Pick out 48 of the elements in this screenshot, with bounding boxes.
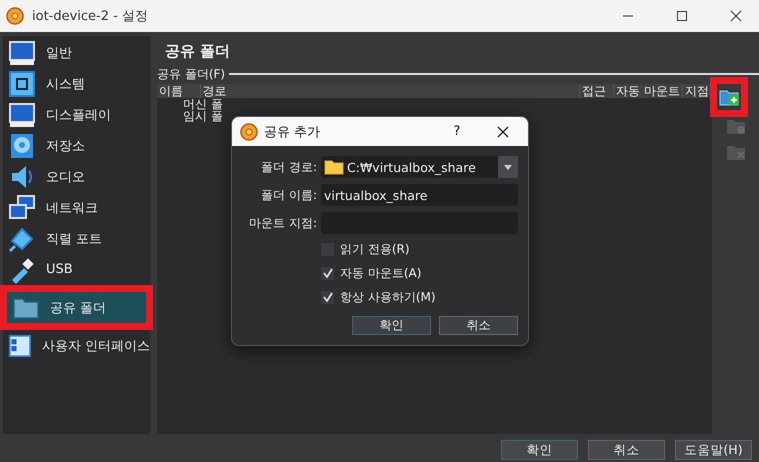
column-header[interactable]: 지점 bbox=[683, 84, 712, 98]
sidebar-item[interactable]: 시스템 bbox=[3, 68, 150, 99]
help-button[interactable]: ? bbox=[442, 124, 472, 139]
checkbox[interactable] bbox=[321, 266, 334, 280]
input-field[interactable]: virtualbox_share bbox=[321, 184, 518, 206]
sidebar-item[interactable]: 공유 폴더 bbox=[7, 292, 146, 323]
page-heading: 공유 폴더 bbox=[164, 40, 232, 62]
ok-button[interactable]: 확인 bbox=[501, 440, 578, 460]
field-label: 마운트 지점: bbox=[248, 214, 317, 232]
column-header[interactable]: 자동 마운트 bbox=[614, 84, 683, 98]
check-icon bbox=[322, 292, 332, 302]
close-icon[interactable] bbox=[497, 126, 509, 138]
cancel-button[interactable]: 취소 bbox=[588, 440, 665, 460]
group-label: 공유 폴더(F) bbox=[157, 66, 226, 82]
tree-item[interactable]: 임시 폴 bbox=[183, 109, 223, 123]
field-label: 폴더 경로: bbox=[260, 158, 317, 176]
sidebar-item[interactable]: 저장소 bbox=[3, 130, 150, 161]
maximize-icon[interactable] bbox=[676, 10, 688, 22]
chip-icon bbox=[8, 70, 36, 98]
monitor-icon bbox=[8, 100, 36, 128]
network-icon bbox=[8, 194, 36, 222]
column-header[interactable]: 접근 bbox=[580, 84, 614, 98]
monitor-icon bbox=[8, 38, 36, 66]
sidebar-item[interactable]: USB bbox=[3, 254, 150, 285]
window-title: iot-device-2 - 설정 bbox=[32, 8, 149, 25]
sidebar-item[interactable]: 디스플레이 bbox=[3, 99, 150, 130]
column-header[interactable]: 경로 bbox=[200, 84, 580, 98]
check-icon bbox=[322, 268, 332, 278]
checkbox[interactable] bbox=[321, 290, 334, 304]
checkbox-label: 항상 사용하기(M) bbox=[340, 288, 436, 306]
help-button[interactable]: 도움말(H) bbox=[675, 440, 752, 460]
column-header[interactable]: 이름 bbox=[157, 84, 201, 98]
checkbox-label: 자동 마운트(A) bbox=[340, 264, 422, 282]
sidebar-item[interactable]: 직렬 포트 bbox=[3, 223, 150, 254]
sidebar-item[interactable]: 오디오 bbox=[3, 161, 150, 192]
checkbox-label: 읽기 전용(R) bbox=[340, 240, 410, 258]
sidebar-item[interactable]: 사용자 인터페이스 bbox=[3, 330, 150, 361]
field-label: 폴더 이름: bbox=[260, 186, 317, 204]
sidebar-item[interactable]: 일반 bbox=[3, 37, 150, 68]
dialog-title: 공유 추가 bbox=[264, 124, 322, 140]
dropdown-arrow-icon bbox=[504, 164, 512, 170]
sidebar-item[interactable]: 네트워크 bbox=[3, 192, 150, 223]
folder-icon bbox=[324, 159, 344, 175]
close-icon[interactable] bbox=[730, 10, 742, 22]
folder-path-combo[interactable]: C:₩virtualbox_share bbox=[321, 156, 518, 178]
cancel-button[interactable]: 취소 bbox=[439, 316, 518, 335]
tree-item[interactable]: 머신 폴 bbox=[183, 97, 223, 111]
ok-button[interactable]: 확인 bbox=[352, 316, 431, 335]
